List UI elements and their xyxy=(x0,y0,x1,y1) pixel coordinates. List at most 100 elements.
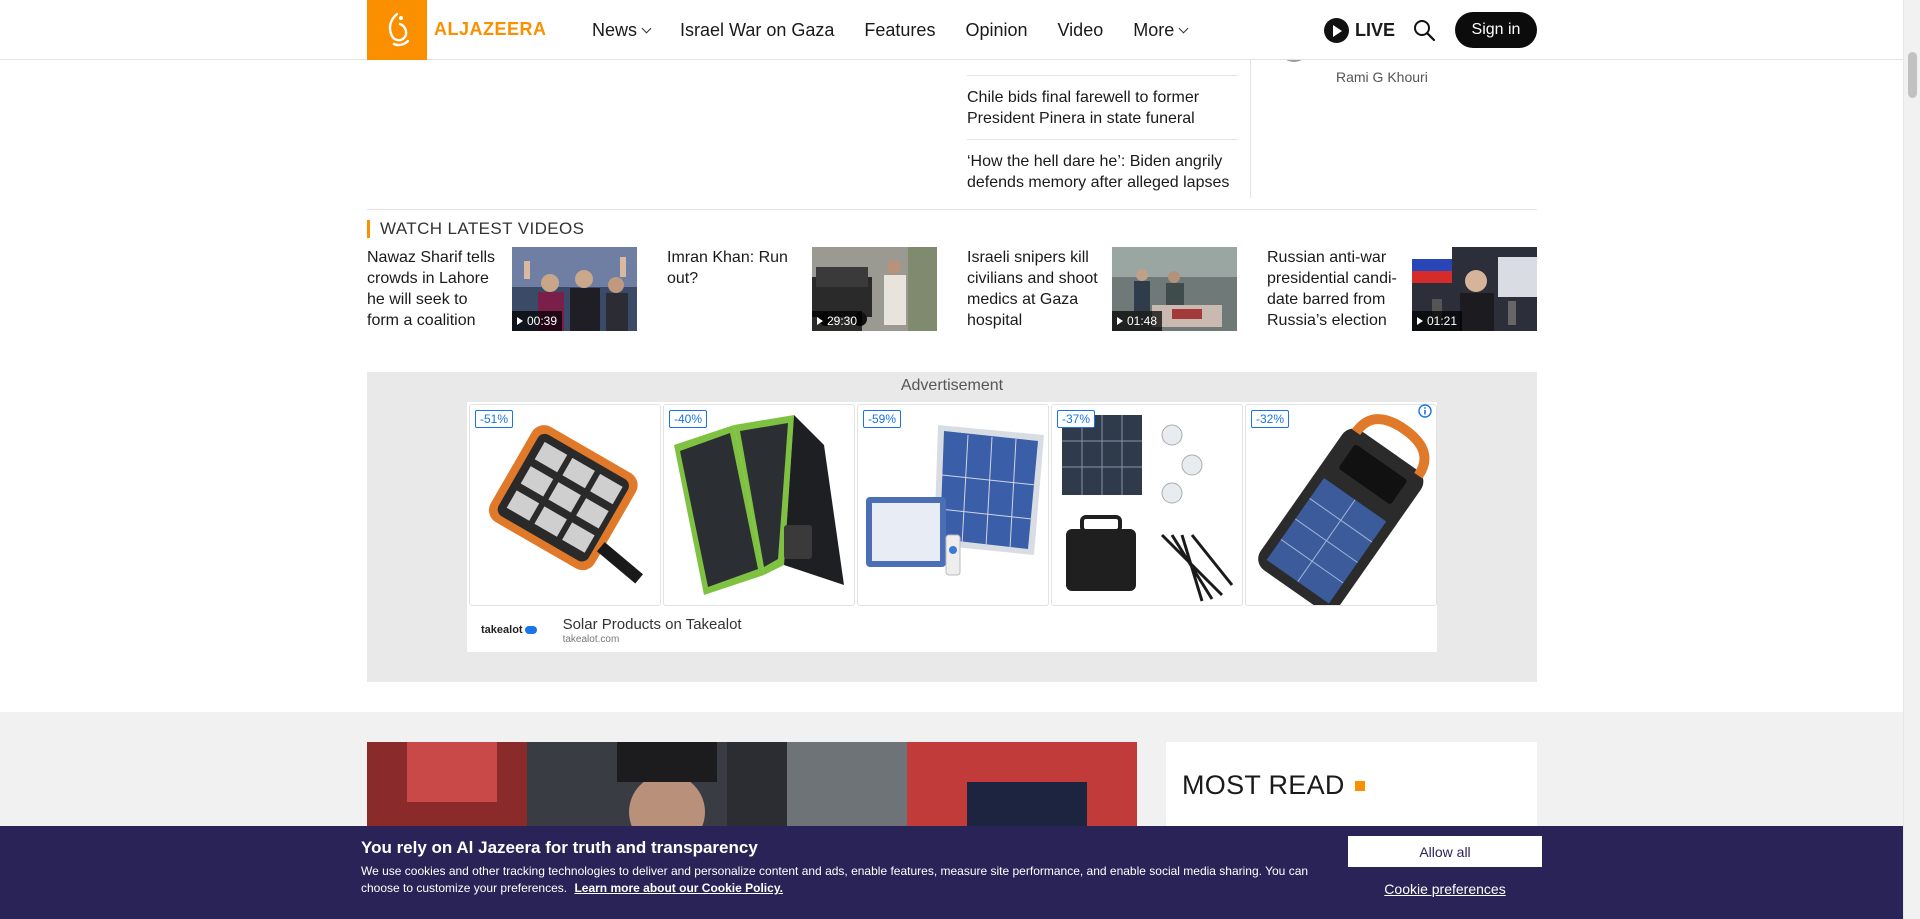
section-divider xyxy=(367,209,1537,210)
heading-accent-bar xyxy=(367,220,370,238)
video-card[interactable]: Nawaz Sharif tells crowds in Lahore he w… xyxy=(367,247,637,331)
chevron-down-icon xyxy=(1178,23,1189,33)
most-read-title: MOST READ xyxy=(1182,770,1345,800)
list-divider xyxy=(967,60,1237,75)
opinion-author-name[interactable]: Rami G Khouri xyxy=(1336,69,1428,85)
nav-item-label: More xyxy=(1133,19,1175,40)
discount-badge: -59% xyxy=(863,410,902,428)
top-headlines-list: Chile bids final farewell to former Pres… xyxy=(967,60,1237,203)
video-duration: 01:21 xyxy=(1412,311,1463,331)
heading-accent-square xyxy=(1354,780,1365,791)
chevron-down-icon xyxy=(641,23,652,33)
video-duration: 01:48 xyxy=(1112,311,1163,331)
video-thumbnail[interactable]: 01:21 xyxy=(1412,247,1537,331)
video-duration: 00:39 xyxy=(512,311,563,331)
main-nav: News Israel War on Gaza Features Opinion… xyxy=(592,0,1217,60)
search-button[interactable] xyxy=(1412,18,1436,42)
ad-choices-icon[interactable] xyxy=(1414,402,1436,420)
nav-item-news[interactable]: News xyxy=(592,19,652,41)
site-header: ALJAZEERA News Israel War on Gaza Featur… xyxy=(0,0,1903,60)
ad-product-card[interactable]: -59% xyxy=(857,404,1049,606)
nav-item-video[interactable]: Video xyxy=(1058,20,1104,41)
discount-badge: -37% xyxy=(1057,410,1096,428)
advertiser-logo-mark xyxy=(524,626,537,634)
headline-link[interactable]: Chile bids final farewell to former Pres… xyxy=(967,75,1237,139)
scrollbar-thumb[interactable] xyxy=(1908,52,1917,98)
aljazeera-logo[interactable] xyxy=(367,0,427,60)
foldable-solar-panel-image xyxy=(674,415,844,595)
video-title[interactable]: Israeli snipers kill civilians and shoot… xyxy=(967,247,1102,331)
nav-item-label: Israel War on Gaza xyxy=(680,19,835,40)
nav-item-label: Video xyxy=(1057,19,1104,40)
logo-wordmark[interactable]: ALJAZEERA xyxy=(434,19,547,40)
play-icon xyxy=(1117,317,1123,325)
discount-badge: -51% xyxy=(475,410,514,428)
most-read-heading: MOST READ xyxy=(1182,770,1365,801)
nav-item-opinion[interactable]: Opinion xyxy=(965,20,1027,41)
ad-domain: takealot.com xyxy=(562,633,620,645)
advertiser-logo-text: takealot xyxy=(481,624,523,636)
duration-text: 00:39 xyxy=(527,314,558,328)
duration-text: 01:48 xyxy=(1127,314,1158,328)
page: ALJAZEERA News Israel War on Gaza Featur… xyxy=(0,0,1920,919)
headline-link[interactable]: ‘How the hell dare he’: Biden angrily de… xyxy=(967,139,1237,203)
advertiser-logo: takealot xyxy=(481,624,537,636)
duration-text: 01:21 xyxy=(1427,314,1458,328)
video-thumbnail[interactable]: 01:48 xyxy=(1112,247,1237,331)
logo-emblem-icon xyxy=(388,12,410,47)
ad-product-card[interactable]: -51% xyxy=(469,404,661,606)
nav-item-features[interactable]: Features xyxy=(864,20,935,41)
play-icon xyxy=(817,317,823,325)
ad-product-card[interactable]: -37% xyxy=(1051,404,1243,606)
advertisement-label: Advertisement xyxy=(900,377,1004,394)
ad-title[interactable]: Solar Products on Takealot xyxy=(563,616,742,633)
cookie-consent-banner: You rely on Al Jazeera for truth and tra… xyxy=(0,826,1903,919)
play-icon xyxy=(517,317,523,325)
play-icon xyxy=(1324,18,1349,43)
video-duration: 29:30 xyxy=(812,311,863,331)
ad-product-list: -51% -40% -59% -37% -32% xyxy=(469,404,1437,606)
advertisement-banner[interactable]: -51% -40% -59% -37% -32% takealot Solar … xyxy=(467,402,1437,652)
ad-product-card[interactable]: -32% xyxy=(1245,404,1437,606)
videos-heading-text: WATCH LATEST VIDEOS xyxy=(380,219,585,238)
video-card[interactable]: Russian anti-war presidential candi-date… xyxy=(1267,247,1537,331)
solar-power-bank-image xyxy=(1258,414,1430,605)
video-card[interactable]: Imran Khan: Run out? 29:30 xyxy=(667,247,937,331)
nav-item-israel-war-on-gaza[interactable]: Israel War on Gaza xyxy=(680,20,834,41)
column-divider xyxy=(1250,60,1251,198)
live-label: LIVE xyxy=(1355,20,1396,40)
play-icon xyxy=(1417,317,1423,325)
videos-section-heading: WATCH LATEST VIDEOS xyxy=(367,219,584,239)
solar-flood-light-image xyxy=(866,425,1044,576)
page-scrollbar[interactable] xyxy=(1903,0,1920,919)
nav-item-label: Features xyxy=(864,19,936,40)
solar-lighting-kit-image xyxy=(1062,415,1234,602)
video-title[interactable]: Nawaz Sharif tells crowds in Lahore he w… xyxy=(367,247,502,331)
cookie-banner-body: We use cookies and other tracking techno… xyxy=(361,864,1309,895)
search-icon xyxy=(1414,20,1436,42)
solar-street-light-image xyxy=(488,425,643,584)
cookie-banner-text: We use cookies and other tracking techno… xyxy=(361,863,1311,897)
video-list: Nawaz Sharif tells crowds in Lahore he w… xyxy=(367,247,1537,331)
video-title[interactable]: Imran Khan: Run out? xyxy=(667,247,802,331)
video-title[interactable]: Russian anti-war presidential candi-date… xyxy=(1267,247,1402,331)
duration-text: 29:30 xyxy=(827,314,858,328)
ad-text-block: Solar Products on Takealot takealot.com xyxy=(563,616,742,645)
cookie-preferences-button[interactable]: Cookie preferences xyxy=(1348,878,1542,900)
cookie-banner-title: You rely on Al Jazeera for truth and tra… xyxy=(361,838,758,857)
discount-badge: -32% xyxy=(1251,410,1290,428)
video-thumbnail[interactable]: 00:39 xyxy=(512,247,637,331)
live-button[interactable]: LIVE xyxy=(1324,18,1395,43)
advertisement-container: Advertisement -51% -40% -59% -37% -32% t… xyxy=(367,372,1537,682)
allow-all-button[interactable]: Allow all xyxy=(1348,836,1542,867)
ad-product-card[interactable]: -40% xyxy=(663,404,855,606)
nav-item-label: News xyxy=(592,19,638,40)
nav-item-label: Opinion xyxy=(965,19,1028,40)
video-thumbnail[interactable]: 29:30 xyxy=(812,247,937,331)
video-card[interactable]: Israeli snipers kill civilians and shoot… xyxy=(967,247,1237,331)
sign-in-button[interactable]: Sign in xyxy=(1455,12,1537,48)
discount-badge: -40% xyxy=(669,410,708,428)
cookie-policy-link[interactable]: Learn more about our Cookie Policy. xyxy=(574,881,782,895)
ad-footer[interactable]: takealot Solar Products on Takealot take… xyxy=(467,608,1437,652)
nav-item-more[interactable]: More xyxy=(1133,19,1189,41)
